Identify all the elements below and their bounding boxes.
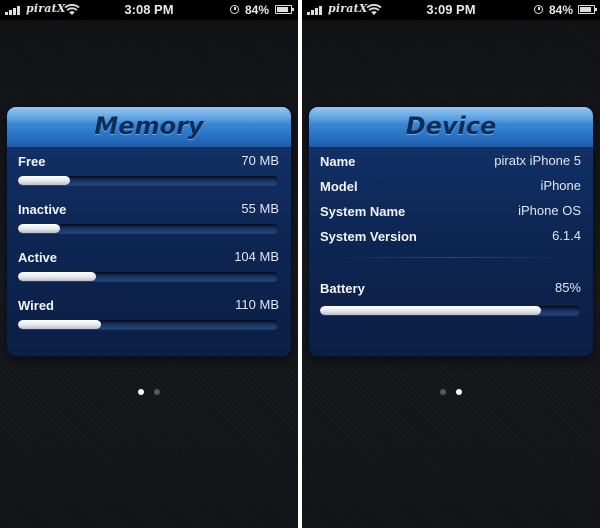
free-value: 70 MB: [241, 153, 279, 168]
active-label: Active: [18, 250, 58, 265]
page-indicator[interactable]: [302, 389, 600, 395]
device-screen: piratX 3:09 PM 84% Device Name piratx iP…: [302, 0, 600, 528]
battery-label: Battery: [320, 281, 365, 296]
status-bar: piratX 3:08 PM 84%: [0, 0, 298, 20]
widget-header: Device: [309, 107, 593, 148]
page-dot-2[interactable]: [154, 389, 160, 395]
active-bar: [18, 272, 278, 281]
alarm-icon: [230, 5, 239, 14]
page-dot-1[interactable]: [138, 389, 144, 395]
free-bar: [18, 176, 278, 185]
model-label: Model: [320, 179, 358, 194]
name-value: piratx iPhone 5: [494, 153, 581, 168]
inactive-bar: [18, 224, 278, 233]
status-bar: piratX 3:09 PM 84%: [302, 0, 600, 20]
system-name-label: System Name: [320, 204, 406, 219]
battery-percent: 84%: [549, 3, 574, 17]
free-label: Free: [18, 154, 46, 169]
wired-bar: [18, 320, 278, 329]
system-version-label: System Version: [320, 229, 417, 244]
battery-icon: [275, 5, 294, 14]
battery-percent: 84%: [245, 3, 270, 17]
memory-widget[interactable]: Memory Free 70 MB Inactive 55 MB Active …: [7, 107, 291, 356]
model-value: iPhone: [540, 178, 581, 193]
device-widget[interactable]: Device Name piratx iPhone 5 Model iPhone…: [309, 107, 593, 356]
active-value: 104 MB: [234, 249, 279, 264]
inactive-value: 55 MB: [241, 201, 279, 216]
widget-title: Memory: [94, 112, 204, 140]
system-version-value: 6.1.4: [552, 228, 581, 243]
battery-value: 85%: [554, 280, 581, 295]
inactive-label: Inactive: [18, 202, 67, 217]
wired-value: 110 MB: [235, 297, 279, 312]
battery-icon: [578, 5, 597, 14]
widget-header: Memory: [7, 107, 291, 148]
wired-label: Wired: [18, 298, 54, 313]
memory-screen: piratX 3:08 PM 84% Memory Free 70 MB Ina…: [0, 0, 298, 528]
widget-title: Device: [405, 112, 497, 140]
page-indicator[interactable]: [0, 389, 298, 395]
section-divider: [329, 257, 573, 258]
alarm-icon: [534, 5, 543, 14]
battery-bar: [320, 306, 580, 315]
page-dot-1[interactable]: [440, 389, 446, 395]
page-dot-2[interactable]: [456, 389, 462, 395]
system-name-value: iPhone OS: [518, 203, 581, 218]
name-label: Name: [320, 154, 356, 169]
